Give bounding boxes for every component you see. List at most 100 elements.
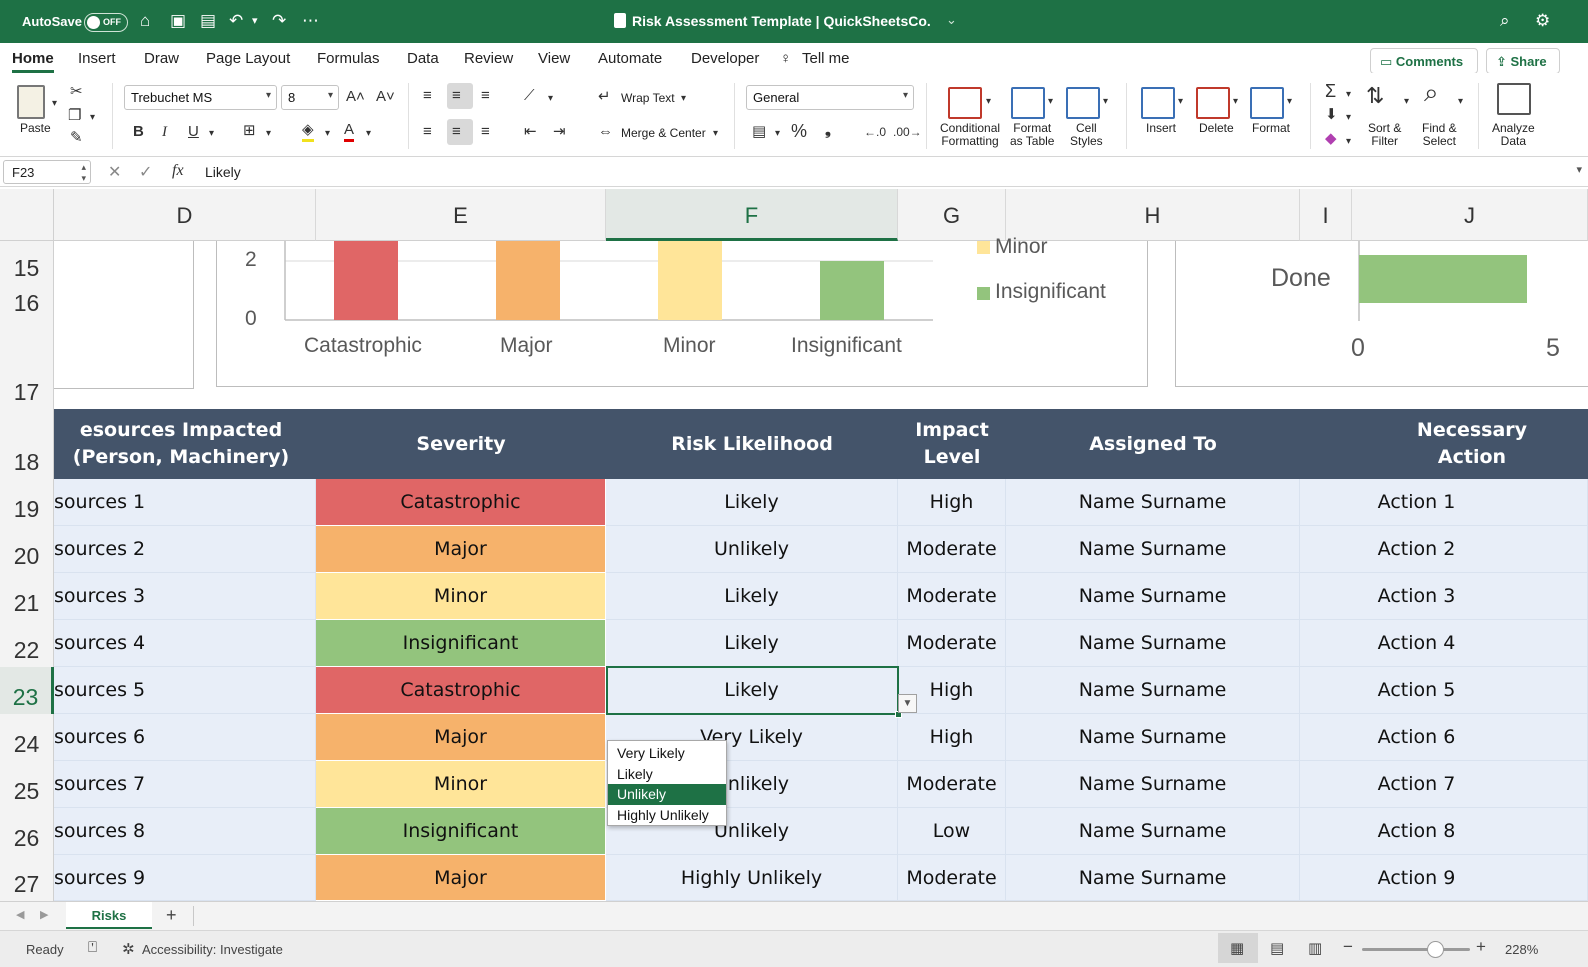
bar-insignificant[interactable] bbox=[820, 261, 884, 320]
header-action[interactable]: Necessary Action bbox=[1384, 409, 1560, 479]
table-cell-resource[interactable]: sources 5 bbox=[54, 667, 316, 714]
dropdown-option-highly-unlikely[interactable]: Highly Unlikely bbox=[608, 805, 726, 826]
table-cell-resource[interactable]: sources 8 bbox=[54, 808, 316, 855]
underline-icon[interactable]: U bbox=[188, 123, 199, 141]
wrap-text-dropdown-icon[interactable]: ▾ bbox=[681, 90, 686, 108]
name-box[interactable]: F23 ▴▾ bbox=[3, 160, 91, 184]
row-header[interactable]: 25 bbox=[0, 761, 54, 808]
zoom-slider-track[interactable] bbox=[1362, 948, 1470, 951]
table-cell-action[interactable]: Action 7 bbox=[1300, 761, 1588, 808]
decrease-indent-icon[interactable]: ⇤ bbox=[524, 123, 537, 141]
share-button[interactable]: ⇪ Share bbox=[1486, 48, 1560, 74]
column-header-h[interactable]: H bbox=[1006, 189, 1300, 241]
table-cell-likelihood[interactable]: Unlikely bbox=[606, 526, 898, 573]
orientation-dropdown-icon[interactable]: ▾ bbox=[548, 90, 553, 108]
underline-dropdown-icon[interactable]: ▾ bbox=[209, 125, 214, 143]
row-header-selected[interactable]: 23 bbox=[0, 667, 54, 714]
accessibility-status[interactable]: Accessibility: Investigate bbox=[142, 942, 283, 957]
tab-view[interactable]: View bbox=[538, 50, 570, 67]
column-header-i[interactable]: I bbox=[1300, 189, 1352, 241]
comments-button[interactable]: ▭ Comments bbox=[1370, 48, 1478, 74]
table-cell-resource[interactable]: sources 9 bbox=[54, 855, 316, 901]
delete-dropdown-icon[interactable]: ▾ bbox=[1233, 93, 1238, 111]
comma-style-icon[interactable]: ❟ bbox=[825, 122, 831, 140]
table-cell-impact[interactable]: High bbox=[898, 714, 1006, 761]
table-cell-resource[interactable]: sources 7 bbox=[54, 761, 316, 808]
validation-dropdown-button[interactable]: ▼ bbox=[898, 694, 917, 713]
accounting-dropdown-icon[interactable]: ▾ bbox=[775, 125, 780, 143]
row-header[interactable]: 16 bbox=[0, 285, 54, 320]
table-cell-severity[interactable]: Major bbox=[316, 855, 606, 901]
column-header-f[interactable]: F bbox=[606, 189, 898, 241]
header-likelihood[interactable]: Risk Likelihood bbox=[606, 409, 898, 479]
table-cell-likelihood[interactable]: Highly Unlikely bbox=[606, 855, 898, 901]
increase-font-icon[interactable]: A˄ bbox=[346, 88, 365, 106]
search-icon[interactable]: ⌕ bbox=[1500, 11, 1510, 31]
decrease-decimal-icon[interactable]: .00→ bbox=[893, 123, 922, 141]
format-dropdown-icon[interactable]: ▾ bbox=[1287, 93, 1292, 111]
zoom-in-button[interactable]: + bbox=[1476, 937, 1486, 957]
find-select-icon[interactable]: ⌕ bbox=[1424, 83, 1439, 101]
row-header[interactable]: 17 bbox=[0, 320, 54, 409]
page-layout-view-icon[interactable]: ▤ bbox=[1270, 939, 1284, 957]
table-cell-action[interactable]: Action 8 bbox=[1300, 808, 1588, 855]
font-name-select[interactable]: Trebuchet MS▾ bbox=[124, 85, 277, 110]
severity-chart[interactable]: 2 0 Catastrophic Major Minor Insignifica… bbox=[216, 241, 1148, 387]
tab-insert[interactable]: Insert bbox=[78, 50, 116, 67]
fill-dropdown-icon[interactable]: ▾ bbox=[1346, 109, 1351, 127]
table-cell-severity[interactable]: Insignificant bbox=[316, 620, 606, 667]
increase-indent-icon[interactable]: ⇥ bbox=[553, 123, 566, 141]
account-icon[interactable]: ⚙ bbox=[1535, 11, 1550, 31]
table-cell-action[interactable]: Action 4 bbox=[1300, 620, 1588, 667]
increase-decimal-icon[interactable]: ←.0 bbox=[864, 123, 886, 141]
delete-cells-label[interactable]: Delete bbox=[1199, 122, 1234, 135]
align-bottom-icon[interactable]: ≡ bbox=[481, 87, 490, 105]
cell-styles-label[interactable]: CellStyles bbox=[1070, 122, 1103, 148]
table-cell-action[interactable]: Action 9 bbox=[1300, 855, 1588, 901]
find-dropdown-icon[interactable]: ▾ bbox=[1458, 93, 1463, 111]
table-cell-severity[interactable]: Catastrophic bbox=[316, 667, 606, 714]
macro-record-icon[interactable]: ⍞ bbox=[88, 939, 97, 956]
bar-catastrophic[interactable] bbox=[334, 241, 398, 320]
tab-home[interactable]: Home bbox=[12, 50, 54, 67]
paste-icon[interactable] bbox=[17, 85, 45, 119]
undo-icon[interactable]: ↶ bbox=[229, 11, 243, 31]
formula-input[interactable]: Likely bbox=[205, 164, 241, 180]
font-color-icon[interactable]: A bbox=[344, 121, 354, 142]
tab-automate[interactable]: Automate bbox=[598, 50, 662, 67]
clear-icon[interactable]: ◆ bbox=[1325, 130, 1337, 148]
cell-styles-icon[interactable] bbox=[1066, 87, 1100, 119]
cell-styles-dropdown-icon[interactable]: ▾ bbox=[1103, 93, 1108, 111]
autosum-dropdown-icon[interactable]: ▾ bbox=[1346, 86, 1351, 104]
table-cell-severity[interactable]: Major bbox=[316, 714, 606, 761]
sort-filter-label[interactable]: Sort &Filter bbox=[1368, 122, 1401, 148]
autosave-toggle[interactable]: OFF bbox=[84, 13, 128, 32]
table-cell-action[interactable]: Action 5 bbox=[1300, 667, 1588, 714]
table-cell-impact[interactable]: Moderate bbox=[898, 573, 1006, 620]
bar-major[interactable] bbox=[496, 241, 560, 320]
fill-dropdown-icon[interactable]: ▾ bbox=[325, 125, 330, 143]
font-color-dropdown-icon[interactable]: ▾ bbox=[366, 125, 371, 143]
table-cell-assigned[interactable]: Name Surname bbox=[1006, 808, 1300, 855]
font-size-select[interactable]: 8▾ bbox=[281, 85, 339, 110]
number-format-select[interactable]: General▾ bbox=[746, 85, 914, 110]
column-header-e[interactable]: E bbox=[316, 189, 606, 241]
sheet-tab-risks[interactable]: Risks bbox=[66, 902, 152, 929]
format-painter-icon[interactable]: ✎ bbox=[70, 129, 83, 147]
tab-data[interactable]: Data bbox=[407, 50, 439, 67]
fill-color-icon[interactable]: ◈ bbox=[302, 121, 314, 142]
row-header[interactable]: 20 bbox=[0, 526, 54, 573]
row-header[interactable]: 19 bbox=[0, 479, 54, 526]
copy-dropdown-icon[interactable]: ▾ bbox=[90, 109, 95, 127]
table-cell-impact[interactable]: Moderate bbox=[898, 620, 1006, 667]
undo-dropdown-icon[interactable]: ▾ bbox=[252, 11, 258, 31]
format-as-table-icon[interactable] bbox=[1011, 87, 1045, 119]
tell-me-search[interactable]: Tell me bbox=[802, 50, 850, 67]
table-cell-resource[interactable]: sources 4 bbox=[54, 620, 316, 667]
row-header[interactable]: 26 bbox=[0, 808, 54, 855]
status-chart[interactable]: Done 0 5 bbox=[1175, 241, 1588, 387]
conditional-formatting-icon[interactable] bbox=[948, 87, 982, 119]
sort-filter-icon[interactable]: ⇅ bbox=[1366, 87, 1384, 105]
tab-review[interactable]: Review bbox=[464, 50, 513, 67]
insert-cells-label[interactable]: Insert bbox=[1146, 122, 1176, 135]
